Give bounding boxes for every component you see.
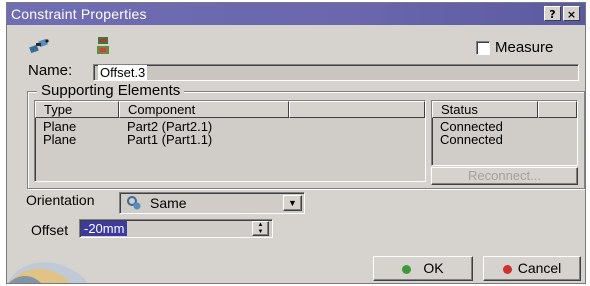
column-header-extra[interactable] xyxy=(289,101,425,118)
name-value: Offset.3 xyxy=(98,65,148,80)
orientation-same-icon xyxy=(126,195,142,216)
status-row-2[interactable]: Connected xyxy=(440,133,503,147)
close-button[interactable]: × xyxy=(563,6,580,21)
help-button[interactable]: ? xyxy=(544,6,561,21)
column-header-status[interactable]: Status xyxy=(432,101,538,118)
row-2-type[interactable]: Plane xyxy=(43,133,76,147)
orientation-label: Orientation xyxy=(26,192,95,208)
row-2-component[interactable]: Part1 (Part1.1) xyxy=(127,133,212,147)
name-label: Name: xyxy=(28,62,73,79)
orientation-select[interactable]: Same ▼ xyxy=(119,192,305,214)
spinner-up-icon[interactable]: ▲ xyxy=(253,222,268,229)
cancel-label: Cancel xyxy=(517,260,562,276)
title-bar[interactable]: Constraint Properties ? × xyxy=(7,3,585,25)
supporting-elements-title: Supporting Elements xyxy=(37,82,185,99)
ok-icon xyxy=(402,264,412,274)
offset-label: Offset xyxy=(31,222,69,238)
offset-value: -20mm xyxy=(81,221,128,236)
corner-decoration-icon xyxy=(7,249,87,283)
chevron-down-icon: ▼ xyxy=(288,198,297,208)
reconnect-button[interactable]: Reconnect... xyxy=(431,167,578,185)
ok-button[interactable]: OK xyxy=(373,256,473,281)
column-header-component[interactable]: Component xyxy=(119,101,289,118)
orientation-dropdown-button[interactable]: ▼ xyxy=(283,195,302,211)
elements-list[interactable]: Type Component Plane Part2 (Part2.1) Pla… xyxy=(34,100,426,182)
constraint-properties-dialog: Constraint Properties ? × Measure Name: … xyxy=(6,2,586,284)
spinner-down-icon[interactable]: ▼ xyxy=(253,229,268,236)
measure-checkbox[interactable] xyxy=(476,41,490,55)
column-header-type[interactable]: Type xyxy=(35,101,119,118)
constraint-link-icon[interactable] xyxy=(29,37,51,60)
window-title: Constraint Properties xyxy=(11,6,147,22)
status-list[interactable]: Status Connected Connected xyxy=(431,100,578,166)
components-icon[interactable] xyxy=(94,36,112,61)
column-header-status-extra[interactable] xyxy=(538,101,577,118)
name-field[interactable]: Offset.3 xyxy=(93,64,579,81)
cancel-icon xyxy=(502,264,512,274)
measure-label: Measure xyxy=(495,39,554,56)
cancel-button[interactable]: Cancel xyxy=(483,256,581,281)
offset-field[interactable]: -20mm ▲ ▼ xyxy=(79,219,273,238)
orientation-value: Same xyxy=(150,195,187,211)
ok-label: OK xyxy=(423,260,444,276)
offset-spinner[interactable]: ▲ ▼ xyxy=(252,221,269,236)
